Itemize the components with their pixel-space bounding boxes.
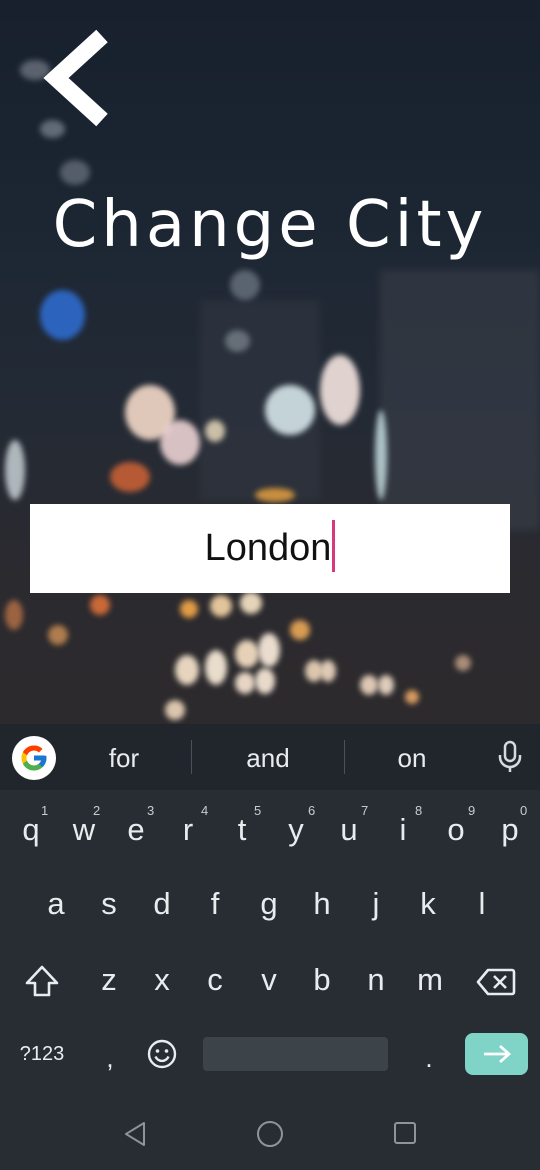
key-x[interactable]: x bbox=[137, 950, 187, 1010]
key-period[interactable]: . bbox=[404, 1028, 454, 1088]
key-h[interactable]: h bbox=[297, 874, 347, 934]
city-input-value: London bbox=[204, 527, 332, 569]
key-g[interactable]: g bbox=[244, 874, 294, 934]
key-f[interactable]: f bbox=[190, 874, 240, 934]
key-number-hint: 4 bbox=[201, 803, 209, 818]
city-input[interactable]: London bbox=[30, 504, 510, 593]
key-z[interactable]: z bbox=[84, 950, 134, 1010]
nav-back-icon[interactable] bbox=[122, 1120, 148, 1148]
key-m[interactable]: m bbox=[405, 950, 455, 1010]
key-k[interactable]: k bbox=[403, 874, 453, 934]
arrow-right-icon bbox=[483, 1044, 511, 1064]
key-n[interactable]: n bbox=[351, 950, 401, 1010]
key-b[interactable]: b bbox=[297, 950, 347, 1010]
key-l[interactable]: l bbox=[457, 874, 507, 934]
key-j[interactable]: j bbox=[351, 874, 401, 934]
key-comma[interactable]: , bbox=[85, 1028, 135, 1088]
symbols-key[interactable]: ?123 bbox=[12, 1024, 72, 1084]
suggestion-2[interactable]: and bbox=[218, 724, 318, 790]
enter-button[interactable] bbox=[465, 1033, 528, 1075]
space-bar[interactable] bbox=[203, 1037, 388, 1071]
key-w[interactable]: w bbox=[59, 800, 109, 860]
key-q[interactable]: q bbox=[6, 800, 56, 860]
key-number-hint: 6 bbox=[308, 803, 316, 818]
key-p[interactable]: p bbox=[485, 800, 535, 860]
key-number-hint: 1 bbox=[41, 803, 49, 818]
suggestion-bar: for and on bbox=[0, 724, 540, 790]
key-d[interactable]: d bbox=[137, 874, 187, 934]
nav-recents-icon[interactable] bbox=[393, 1121, 417, 1145]
key-number-hint: 9 bbox=[468, 803, 476, 818]
back-chevron-icon[interactable] bbox=[40, 28, 120, 128]
backspace-icon[interactable] bbox=[476, 967, 516, 997]
key-number-hint: 0 bbox=[520, 803, 528, 818]
suggestion-divider bbox=[344, 740, 345, 774]
text-caret bbox=[332, 519, 336, 572]
page-title: Change City bbox=[52, 188, 488, 262]
key-c[interactable]: c bbox=[190, 950, 240, 1010]
suggestion-3[interactable]: on bbox=[362, 724, 462, 790]
soft-keyboard: for and on q w e r t y u i o p 1 2 3 4 5… bbox=[0, 724, 540, 1170]
key-s[interactable]: s bbox=[84, 874, 134, 934]
key-number-hint: 7 bbox=[361, 803, 369, 818]
shift-icon[interactable] bbox=[24, 964, 60, 998]
microphone-icon[interactable] bbox=[496, 740, 524, 774]
key-a[interactable]: a bbox=[31, 874, 81, 934]
key-number-hint: 5 bbox=[254, 803, 262, 818]
system-nav-bar bbox=[0, 1102, 540, 1170]
key-number-hint: 3 bbox=[147, 803, 155, 818]
emoji-icon[interactable] bbox=[146, 1038, 178, 1070]
nav-home-icon[interactable] bbox=[256, 1120, 284, 1148]
suggestion-divider bbox=[191, 740, 192, 774]
key-v[interactable]: v bbox=[244, 950, 294, 1010]
key-number-hint: 2 bbox=[93, 803, 101, 818]
google-icon[interactable] bbox=[12, 736, 56, 780]
key-number-hint: 8 bbox=[415, 803, 423, 818]
suggestion-1[interactable]: for bbox=[74, 724, 174, 790]
